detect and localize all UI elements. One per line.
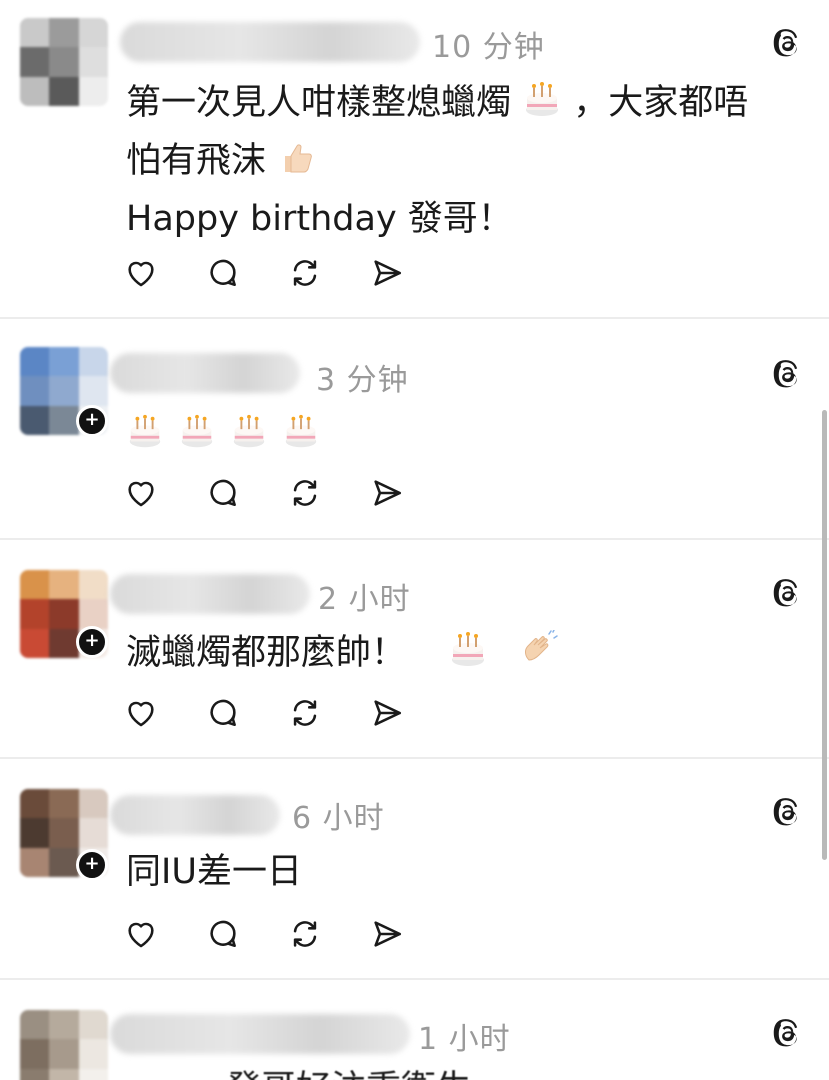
post-text: 發哥好注重衛生 <box>226 1069 471 1080</box>
birthday-cake-icon <box>181 414 213 448</box>
share-button[interactable] <box>370 917 404 951</box>
comment-icon <box>210 920 236 948</box>
threads-logo-icon[interactable] <box>773 797 803 827</box>
repost-icon <box>293 480 317 506</box>
post-actions <box>124 917 404 951</box>
scrollbar[interactable] <box>822 410 827 860</box>
comment-icon <box>210 259 236 287</box>
reply-button[interactable] <box>206 256 240 290</box>
birthday-cake-icon <box>233 414 265 448</box>
birthday-cake-icon <box>285 414 317 448</box>
post-text: 怕有飛沫 <box>126 141 267 181</box>
post-text: 第一次見人咁樣整熄蠟燭 <box>126 83 512 123</box>
clapping-hands-icon <box>524 630 558 661</box>
post-text: ，大家都唔 <box>573 83 749 123</box>
birthday-cake-icon <box>526 82 559 116</box>
heart-icon <box>128 481 154 507</box>
post-3[interactable]: + 2 小时 滅蠟燭都那麼帥！ <box>0 540 829 758</box>
post-line: 怕有飛沫 <box>126 132 748 190</box>
username-redacted[interactable] <box>110 1014 410 1054</box>
avatar[interactable] <box>20 1010 108 1080</box>
reply-button[interactable] <box>206 476 240 510</box>
repost-icon <box>293 260 317 286</box>
heart-icon <box>128 261 154 287</box>
post-body: 滅蠟燭都那麼帥！ <box>126 624 559 682</box>
post-actions <box>124 696 404 730</box>
heart-icon <box>128 701 154 727</box>
post-timestamp: 3 分钟 <box>316 363 409 398</box>
post-timestamp: 1 小时 <box>418 1022 511 1057</box>
comment-icon <box>210 479 236 507</box>
like-button[interactable] <box>124 917 158 951</box>
like-button[interactable] <box>124 256 158 290</box>
post-timestamp: 10 分钟 <box>432 30 545 65</box>
repost-icon <box>293 700 317 726</box>
threads-feed: 10 分钟 第一次見人咁樣整熄蠟燭 ，大家都唔 怕有飛沫 Happy birth… <box>0 0 829 1080</box>
reply-button[interactable] <box>206 917 240 951</box>
post-text: Happy birthday 發哥！ <box>126 199 513 239</box>
reply-button[interactable] <box>206 696 240 730</box>
post-line: 同IU差一日 <box>126 843 302 901</box>
threads-logo-icon[interactable] <box>773 359 803 389</box>
post-line: Happy birthday 發哥！ <box>126 190 748 248</box>
share-icon <box>374 700 402 726</box>
thumbs-up-icon <box>285 144 313 173</box>
share-button[interactable] <box>370 476 404 510</box>
like-button[interactable] <box>124 476 158 510</box>
post-line: 滅蠟燭都那麼帥！ <box>126 624 559 682</box>
post-emoji-row <box>126 413 320 451</box>
share-button[interactable] <box>370 256 404 290</box>
username-redacted[interactable] <box>110 795 280 835</box>
post-timestamp: 6 小时 <box>292 801 385 836</box>
repost-button[interactable] <box>288 476 322 510</box>
threads-logo-icon[interactable] <box>773 1018 803 1048</box>
threads-logo-icon[interactable] <box>773 28 803 58</box>
post-actions <box>124 256 404 290</box>
post-actions <box>124 476 404 510</box>
repost-button[interactable] <box>288 696 322 730</box>
post-body: 第一次見人咁樣整熄蠟燭 ，大家都唔 怕有飛沫 Happy birthday 發哥… <box>126 74 748 248</box>
post-line: 第一次見人咁樣整熄蠟燭 ，大家都唔 <box>126 74 748 132</box>
post-body-partial: 發哥好注重衛生 <box>126 1060 471 1080</box>
share-icon <box>374 921 402 947</box>
birthday-cake-icon <box>129 414 161 448</box>
repost-button[interactable] <box>288 256 322 290</box>
post-2[interactable]: + 3 分钟 <box>0 319 829 539</box>
username-redacted[interactable] <box>120 22 420 62</box>
share-icon <box>374 480 402 506</box>
post-timestamp: 2 小时 <box>318 582 411 617</box>
post-text: 同IU差一日 <box>126 852 302 892</box>
username-redacted[interactable] <box>110 574 310 614</box>
birthday-cake-icon <box>452 632 485 666</box>
follow-badge-icon[interactable]: + <box>76 626 108 658</box>
follow-badge-icon[interactable]: + <box>76 849 108 881</box>
repost-icon <box>293 921 317 947</box>
heart-icon <box>128 922 154 948</box>
avatar[interactable] <box>20 18 108 106</box>
follow-badge-icon[interactable]: + <box>76 405 108 437</box>
share-button[interactable] <box>370 696 404 730</box>
post-1[interactable]: 10 分钟 第一次見人咁樣整熄蠟燭 ，大家都唔 怕有飛沫 Happy birth… <box>0 0 829 318</box>
repost-button[interactable] <box>288 917 322 951</box>
threads-logo-icon[interactable] <box>773 578 803 608</box>
comment-icon <box>210 699 236 727</box>
post-4[interactable]: + 6 小时 同IU差一日 <box>0 759 829 979</box>
like-button[interactable] <box>124 696 158 730</box>
username-redacted[interactable] <box>110 353 300 393</box>
share-icon <box>374 260 402 286</box>
post-body: 同IU差一日 <box>126 843 302 901</box>
post-text: 滅蠟燭都那麼帥！ <box>126 633 407 673</box>
